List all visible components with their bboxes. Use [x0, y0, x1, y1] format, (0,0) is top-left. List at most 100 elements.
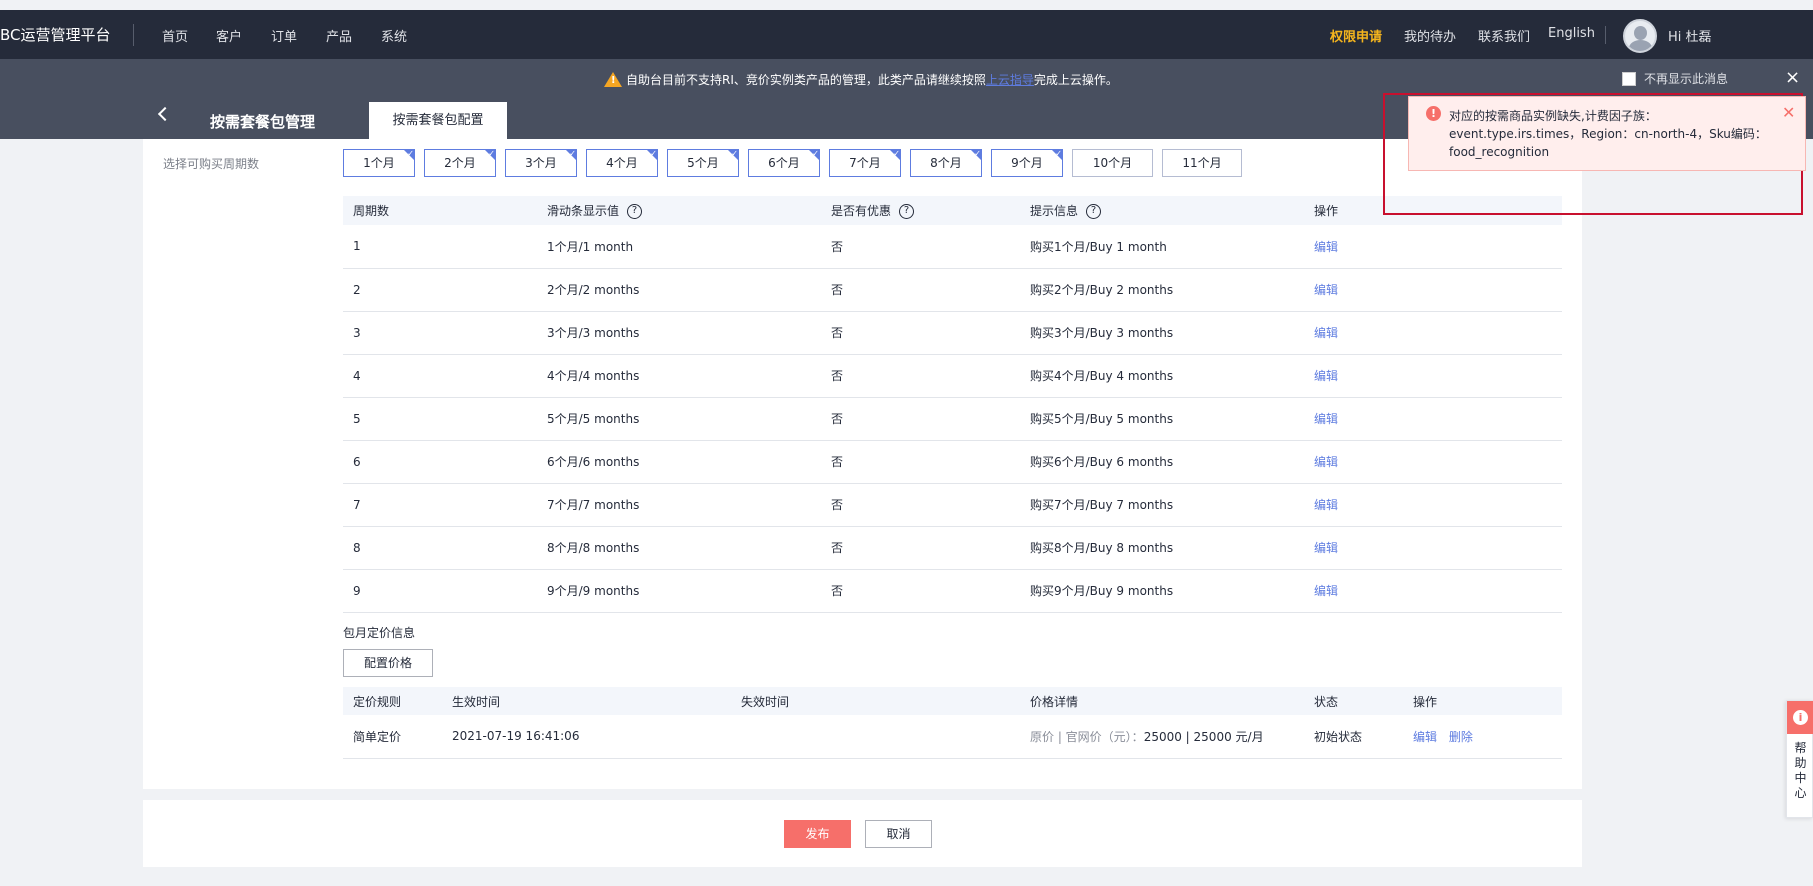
publish-button[interactable]: 发布 — [784, 820, 851, 848]
month-option-5[interactable]: 5个月 — [667, 141, 739, 177]
user-avatar[interactable] — [1623, 19, 1657, 53]
edit-link[interactable]: 编辑 — [1314, 455, 1338, 469]
platform-brand[interactable]: BC运营管理平台 — [0, 24, 111, 45]
period-field-label: 选择可购买周期数 — [163, 157, 260, 171]
main-content-panel: 选择可购买周期数 1个月 2个月 3个月 4个月 5个月 6个月 7个月 8个月… — [143, 139, 1582, 789]
cell-display-value: 7个月/7 months — [537, 483, 821, 527]
month-option-3[interactable]: 3个月 — [505, 141, 577, 177]
cell-period: 2 — [343, 268, 537, 312]
edit-link[interactable]: 编辑 — [1314, 369, 1338, 383]
cell-discount: 否 — [821, 354, 1020, 398]
col-header-tip: 提示信息? — [1020, 196, 1304, 225]
back-arrow-icon[interactable] — [157, 106, 173, 122]
cell-tip: 购买4个月/Buy 4 months — [1020, 354, 1304, 398]
notice-guide-link[interactable]: 上云指导 — [986, 71, 1034, 88]
permission-request-link[interactable]: 权限申请 — [1330, 26, 1382, 45]
dont-show-again-checkbox[interactable] — [1622, 71, 1636, 86]
table-row: 7 7个月/7 months 否 购买7个月/Buy 7 months 编辑 — [343, 483, 1562, 527]
cell-tip: 购买6个月/Buy 6 months — [1020, 440, 1304, 484]
pricing-table-header: 定价规则 生效时间 失效时间 价格详情 状态 操作 — [343, 687, 1562, 715]
month-option-9[interactable]: 9个月 — [991, 141, 1063, 177]
month-option-2[interactable]: 2个月 — [424, 141, 496, 177]
user-greeting[interactable]: Hi 杜磊 — [1668, 26, 1712, 45]
info-icon: i — [1793, 710, 1808, 725]
language-switch[interactable]: English — [1548, 26, 1595, 41]
cell-tip: 购买1个月/Buy 1 month — [1020, 225, 1304, 269]
cell-action: 编辑 — [1304, 397, 1562, 441]
cell-discount: 否 — [821, 311, 1020, 355]
edit-link[interactable]: 编辑 — [1314, 326, 1338, 340]
edit-price-link[interactable]: 编辑 — [1413, 730, 1437, 744]
month-option-10[interactable]: 10个月 — [1072, 149, 1153, 177]
month-option-7[interactable]: 7个月 — [829, 141, 901, 177]
cell-tip: 购买7个月/Buy 7 months — [1020, 483, 1304, 527]
cell-action: 编辑 — [1304, 311, 1562, 355]
help-widget-header: i — [1787, 701, 1813, 734]
cell-discount: 否 — [821, 526, 1020, 570]
table-row: 简单定价 2021-07-19 16:41:06 原价 | 官网价（元）：250… — [343, 715, 1562, 759]
month-option-11[interactable]: 11个月 — [1162, 149, 1242, 177]
cell-action: 编辑 — [1304, 483, 1562, 527]
cell-status: 初始状态 — [1304, 715, 1403, 759]
cell-tip: 购买9个月/Buy 9 months — [1020, 569, 1304, 613]
nav-item-system[interactable]: 系统 — [381, 26, 407, 45]
close-icon[interactable]: ✕ — [1782, 103, 1795, 122]
month-options: 1个月 2个月 3个月 4个月 5个月 6个月 7个月 8个月 9个月 10个月… — [343, 141, 1251, 177]
col-header-display-value: 滑动条显示值? — [537, 196, 821, 225]
my-todo-link[interactable]: 我的待办 — [1404, 26, 1456, 45]
cell-start-time: 2021-07-19 16:41:06 — [442, 715, 731, 759]
edit-link[interactable]: 编辑 — [1314, 541, 1338, 555]
col-header-rule: 定价规则 — [343, 687, 442, 715]
footer-action-bar: 发布 取消 — [143, 800, 1582, 867]
tab-package-config[interactable]: 按需套餐包配置 — [369, 102, 507, 139]
cell-tip: 购买2个月/Buy 2 months — [1020, 268, 1304, 312]
edit-link[interactable]: 编辑 — [1314, 283, 1338, 297]
help-center-widget[interactable]: i 帮 助 中 心 — [1786, 700, 1813, 818]
cell-display-value: 5个月/5 months — [537, 397, 821, 441]
avatar-head-shape — [1634, 26, 1647, 40]
col-header-price: 价格详情 — [1020, 687, 1304, 715]
cell-tip: 购买5个月/Buy 5 months — [1020, 397, 1304, 441]
cancel-button[interactable]: 取消 — [865, 820, 932, 848]
notice-banner: ! 自助台目前不支持RI、竞价实例类产品的管理，此类产品请继续按照 上云指导 完… — [604, 71, 1118, 88]
cell-action: 编辑 — [1304, 225, 1562, 269]
edit-link[interactable]: 编辑 — [1314, 412, 1338, 426]
notice-close-icon[interactable]: × — [1785, 67, 1800, 88]
dont-show-again-option[interactable]: 不再显示此消息 — [1622, 70, 1728, 87]
month-option-8[interactable]: 8个月 — [910, 141, 982, 177]
table-row: 4 4个月/4 months 否 购买4个月/Buy 4 months 编辑 — [343, 354, 1562, 398]
month-option-4[interactable]: 4个月 — [586, 141, 658, 177]
col-header-end: 失效时间 — [731, 687, 1020, 715]
nav-item-customers[interactable]: 客户 — [216, 26, 242, 45]
nav-item-orders[interactable]: 订单 — [271, 26, 297, 45]
pricing-table: 定价规则 生效时间 失效时间 价格详情 状态 操作 简单定价 2021-07-1… — [343, 687, 1562, 759]
nav-item-products[interactable]: 产品 — [326, 26, 352, 45]
table-row: 6 6个月/6 months 否 购买6个月/Buy 6 months 编辑 — [343, 440, 1562, 484]
cell-period: 3 — [343, 311, 537, 355]
month-option-1[interactable]: 1个月 — [343, 141, 415, 177]
edit-link[interactable]: 编辑 — [1314, 240, 1338, 254]
edit-link[interactable]: 编辑 — [1314, 584, 1338, 598]
col-header-pricing-action: 操作 — [1403, 687, 1562, 715]
cell-period: 5 — [343, 397, 537, 441]
contact-us-link[interactable]: 联系我们 — [1478, 26, 1530, 45]
user-divider — [1605, 26, 1606, 44]
cell-discount: 否 — [821, 225, 1020, 269]
cell-discount: 否 — [821, 440, 1020, 484]
help-icon[interactable]: ? — [899, 204, 915, 219]
cell-period: 9 — [343, 569, 537, 613]
cell-tip: 购买8个月/Buy 8 months — [1020, 526, 1304, 570]
cell-rule: 简单定价 — [343, 715, 442, 759]
error-message-line: food_recognition — [1449, 145, 1550, 159]
warning-icon: ! — [604, 72, 622, 87]
table-row: 2 2个月/2 months 否 购买2个月/Buy 2 months 编辑 — [343, 268, 1562, 312]
table-row: 1 1个月/1 month 否 购买1个月/Buy 1 month 编辑 — [343, 225, 1562, 269]
nav-item-home[interactable]: 首页 — [162, 26, 188, 45]
cell-period: 8 — [343, 526, 537, 570]
help-icon[interactable]: ? — [627, 204, 643, 219]
month-option-6[interactable]: 6个月 — [748, 141, 820, 177]
configure-price-button[interactable]: 配置价格 — [343, 649, 433, 677]
help-icon[interactable]: ? — [1086, 204, 1102, 219]
edit-link[interactable]: 编辑 — [1314, 498, 1338, 512]
delete-price-link[interactable]: 删除 — [1449, 730, 1473, 744]
